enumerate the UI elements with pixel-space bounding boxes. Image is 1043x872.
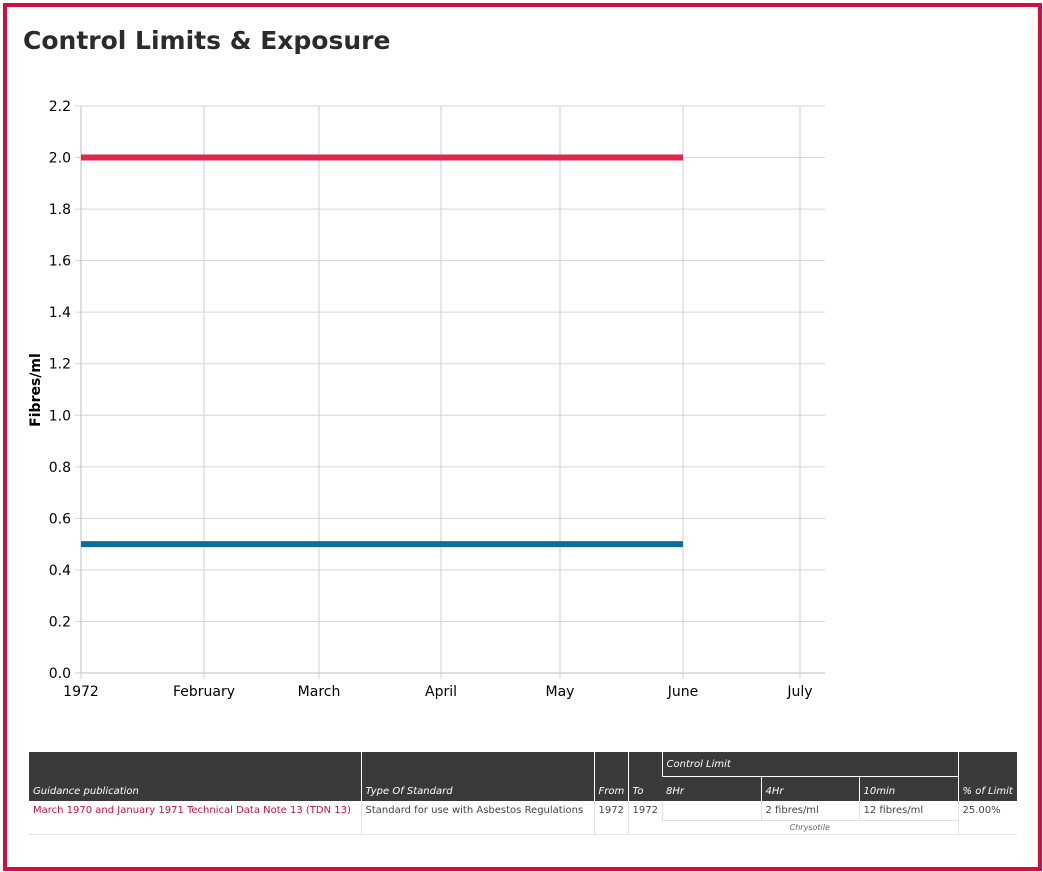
col-from: From	[593, 752, 628, 801]
substance-cell: Chrysotile	[662, 820, 959, 835]
y-tick-label: 1.6	[49, 254, 71, 270]
y-tick-label: 0.4	[49, 563, 71, 579]
series-lines	[81, 154, 683, 548]
col-control-limit: Control Limit	[661, 752, 959, 777]
y-tick-label: 2.0	[49, 151, 71, 167]
from-cell: 1972	[593, 801, 628, 835]
limit-10min-cell: 12 fibres/ml	[858, 801, 959, 821]
col-type: Type Of Standard	[360, 752, 594, 801]
col-publication: Guidance publication	[29, 752, 361, 801]
x-tick-label: March	[298, 684, 341, 700]
y-tick-label: 1.8	[49, 202, 71, 218]
y-tick-label: 2.2	[49, 99, 71, 115]
col-10min: 10min	[858, 776, 959, 801]
pct-limit-cell: 25.00%	[957, 801, 1018, 835]
type-cell: Standard for use with Asbestos Regulatio…	[360, 801, 594, 835]
limit-4hr-cell: 2 fibres/ml	[760, 801, 859, 821]
y-tick-label: 1.4	[49, 305, 71, 321]
exposure-chart: 0.0 0.2 0.4 0.6 0.8 1.0 1.2 1.4 1.6 1.8 2.0 2.2 197…	[28, 99, 825, 700]
y-tick-label: 0.6	[49, 511, 71, 527]
y-axis-ticks: 0.0 0.2 0.4 0.6 0.8 1.0 1.2 1.4 1.6 1.8 2.0 2.2	[49, 99, 71, 682]
grid	[75, 105, 825, 679]
x-tick-label: June	[667, 684, 699, 700]
y-tick-label: 1.0	[49, 408, 71, 424]
y-axis-title: Fibres/ml	[28, 353, 44, 427]
x-tick-label: May	[546, 684, 575, 700]
col-4hr: 4Hr	[760, 776, 859, 801]
x-tick-label: 1972	[63, 684, 99, 700]
x-tick-label: July	[786, 684, 812, 700]
y-tick-label: 0.2	[49, 614, 71, 630]
table-row: March 1970 and January 1971 Technical Da…	[29, 801, 1018, 835]
x-axis-ticks: 1972 February March April May June July	[63, 684, 812, 700]
limit-8hr-cell	[661, 801, 761, 821]
col-8hr: 8Hr	[662, 776, 761, 801]
y-tick-label: 0.8	[49, 460, 71, 476]
control-limits-table: Guidance publication Type Of Standard Fr…	[29, 752, 1018, 835]
to-cell: 1972	[627, 801, 662, 835]
col-pct-limit: % of Limit	[957, 752, 1018, 801]
publication-link[interactable]: March 1970 and January 1971 Technical Da…	[29, 801, 361, 835]
y-tick-label: 0.0	[49, 666, 71, 682]
x-tick-label: February	[173, 684, 235, 700]
x-tick-label: April	[425, 684, 457, 700]
y-tick-label: 1.2	[49, 357, 71, 373]
col-to: To	[627, 752, 662, 801]
